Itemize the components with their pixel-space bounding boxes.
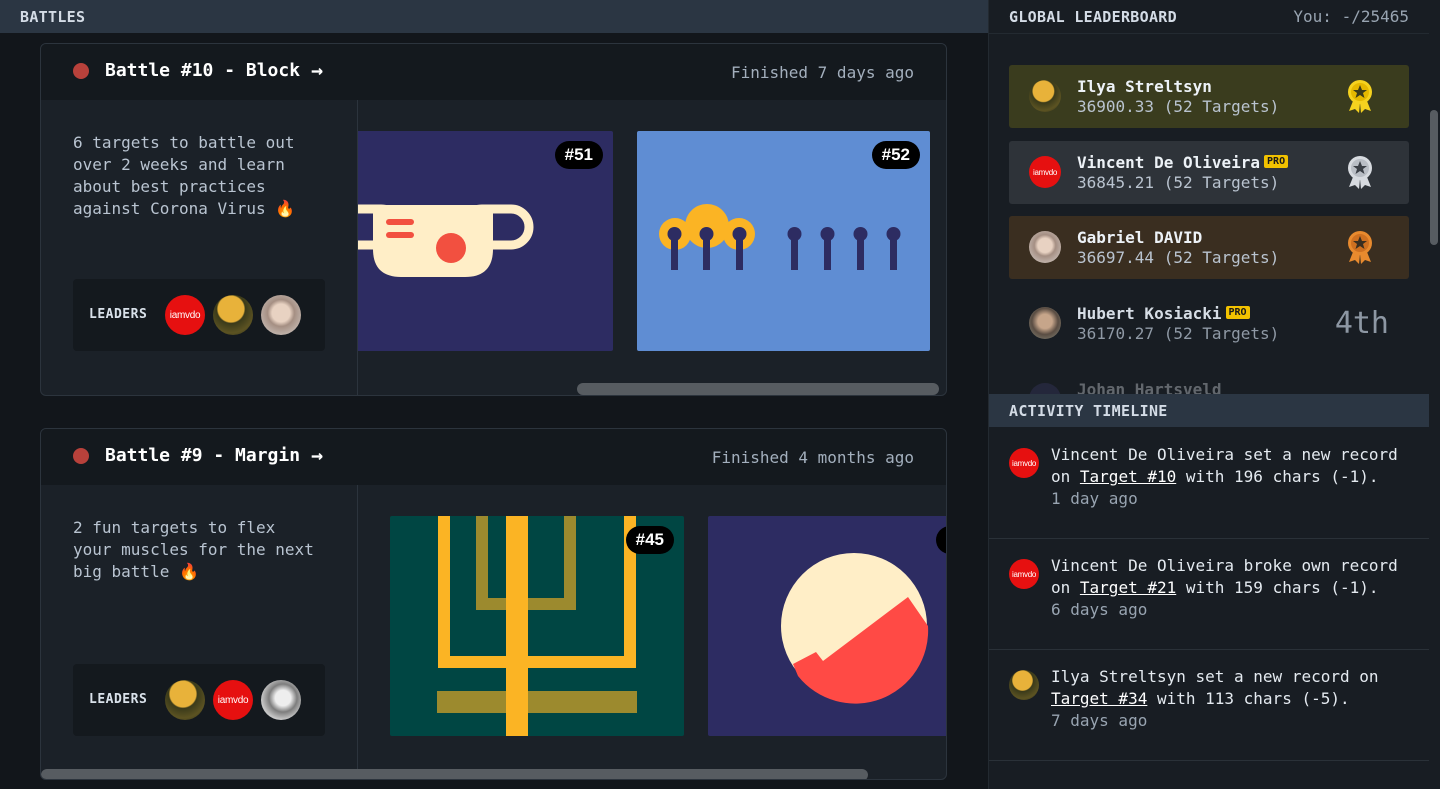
target-number-badge: #52	[871, 141, 920, 169]
activity-time: 6 days ago	[1051, 600, 1148, 619]
activity-text: Ilya Streltsyn set a new record on Targe…	[1051, 667, 1379, 708]
leaderboard-row[interactable]: Ilya Streltsyn 36900.33 (52 Targets)	[1009, 65, 1409, 128]
target-link[interactable]: Target #21	[1080, 578, 1176, 597]
battle-header[interactable]: Battle #9 - Margin → Finished 4 months a…	[41, 429, 946, 485]
activity-header: ACTIVITY TIMELINE	[989, 394, 1429, 427]
activity-text: Vincent De Oliveira set a new record on …	[1051, 445, 1398, 486]
targets-carousel[interactable]: #51 #52	[358, 100, 946, 395]
player-name: Hubert Kosiacki PRO	[1077, 304, 1250, 323]
battle-description: 2 fun targets to flex your muscles for t…	[73, 518, 314, 581]
leaders-box: LEADERS iamvdo	[73, 279, 325, 351]
leader-avatar[interactable]	[261, 295, 301, 335]
battles-title: BATTLES	[20, 8, 86, 26]
gold-medal-icon	[1348, 80, 1372, 113]
battle-title-link[interactable]: Battle #9 - Margin	[105, 445, 300, 466]
avatar	[1029, 80, 1061, 112]
leaderboard-row[interactable]: iamvdo Vincent De Oliveira PRO 36845.21 (…	[1009, 141, 1409, 204]
activity-item: iamvdo Vincent De Oliveira broke own rec…	[989, 539, 1429, 650]
battles-header: BATTLES	[0, 0, 988, 33]
target-number-badge: #51	[554, 141, 603, 169]
player-name: Johan Hartsveld	[1077, 380, 1222, 394]
leader-avatar[interactable]: iamvdo	[165, 295, 205, 335]
avatar	[1029, 383, 1061, 394]
player-name: Vincent De Oliveira PRO	[1077, 153, 1289, 172]
activity-time: 1 day ago	[1051, 489, 1138, 508]
player-name: Ilya Streltsyn	[1077, 77, 1212, 96]
target-tile[interactable]	[708, 516, 946, 736]
pro-badge: PRO	[1225, 306, 1250, 319]
sidebar: GLOBAL LEADERBOARD You: -/25465 Ilya Str…	[988, 0, 1440, 789]
leaderboard-row[interactable]: Johan Hartsveld	[1009, 368, 1409, 394]
target-tile[interactable]: #51	[358, 131, 613, 351]
target-number-badge: #45	[625, 526, 674, 554]
player-score: 36900.33 (52 Targets)	[1077, 97, 1280, 116]
avatar[interactable]: iamvdo	[1009, 559, 1039, 589]
leaderboard-title: GLOBAL LEADERBOARD	[1009, 8, 1177, 26]
player-score: 36845.21 (52 Targets)	[1077, 173, 1280, 192]
battle-card-10: Battle #10 - Block → Finished 7 days ago…	[40, 43, 947, 396]
battle-card-9: Battle #9 - Margin → Finished 4 months a…	[40, 428, 947, 780]
avatar: iamvdo	[1029, 156, 1061, 188]
leaders-label: LEADERS	[89, 692, 148, 707]
target-link[interactable]: Target #10	[1080, 467, 1176, 486]
arrow-right-icon[interactable]: →	[311, 443, 323, 467]
battle-status: Finished 4 months ago	[711, 448, 914, 467]
activity-item: iamvdo Vincent De Oliveira set a new rec…	[989, 428, 1429, 539]
leaders-label: LEADERS	[89, 307, 148, 322]
arrow-right-icon[interactable]: →	[311, 58, 323, 82]
leaderboard-list[interactable]: Ilya Streltsyn 36900.33 (52 Targets) iam…	[989, 33, 1429, 394]
target-link[interactable]: Target #34	[1051, 689, 1147, 708]
activity-item: Ilya Streltsyn set a new record on Targe…	[989, 650, 1429, 761]
bronze-medal-icon	[1348, 231, 1372, 264]
rank-label: 4th	[1334, 306, 1389, 341]
battles-panel: BATTLES Battle #10 - Block → Finished 7 …	[0, 0, 988, 789]
silver-medal-icon	[1348, 156, 1372, 189]
avatar	[1029, 307, 1061, 339]
leaders-box: LEADERS iamvdo	[73, 664, 325, 736]
battle-status: Finished 7 days ago	[730, 63, 914, 82]
avatar	[1029, 231, 1061, 263]
targets-carousel[interactable]: #45	[358, 485, 946, 779]
status-dot-icon	[73, 448, 89, 464]
horizontal-scrollbar[interactable]	[41, 769, 868, 779]
leaderboard-row[interactable]: Gabriel DAVID 36697.44 (52 Targets)	[1009, 216, 1409, 279]
sun-mountain-art-icon	[781, 553, 929, 704]
player-score: 36170.27 (52 Targets)	[1077, 324, 1280, 343]
leader-avatar[interactable]	[213, 295, 253, 335]
leader-avatar[interactable]: iamvdo	[213, 680, 253, 720]
battle-header[interactable]: Battle #10 - Block → Finished 7 days ago	[41, 44, 946, 100]
target-tile[interactable]: #45	[390, 516, 684, 736]
target-tile[interactable]: #52	[637, 131, 930, 351]
activity-time: 7 days ago	[1051, 711, 1148, 730]
player-score: 36697.44 (52 Targets)	[1077, 248, 1280, 267]
leader-avatar[interactable]	[261, 680, 301, 720]
battle-title-link[interactable]: Battle #10 - Block	[105, 60, 300, 81]
leader-avatar[interactable]	[165, 680, 205, 720]
avatar[interactable]	[1009, 670, 1039, 700]
activity-title: ACTIVITY TIMELINE	[1009, 402, 1168, 420]
battle-description: 6 targets to battle out over 2 weeks and…	[73, 133, 296, 218]
your-rank: You: -/25465	[1293, 7, 1409, 26]
pro-badge: PRO	[1264, 155, 1289, 168]
avatar[interactable]: iamvdo	[1009, 448, 1039, 478]
leaderboard-header: GLOBAL LEADERBOARD You: -/25465	[989, 0, 1429, 33]
leaderboard-row[interactable]: Hubert Kosiacki PRO 36170.27 (52 Targets)…	[1009, 292, 1409, 355]
activity-text: Vincent De Oliveira broke own record on …	[1051, 556, 1398, 597]
player-name: Gabriel DAVID	[1077, 228, 1203, 247]
horizontal-scrollbar[interactable]	[577, 383, 939, 395]
vertical-scrollbar[interactable]	[1430, 110, 1438, 245]
status-dot-icon	[73, 63, 89, 79]
